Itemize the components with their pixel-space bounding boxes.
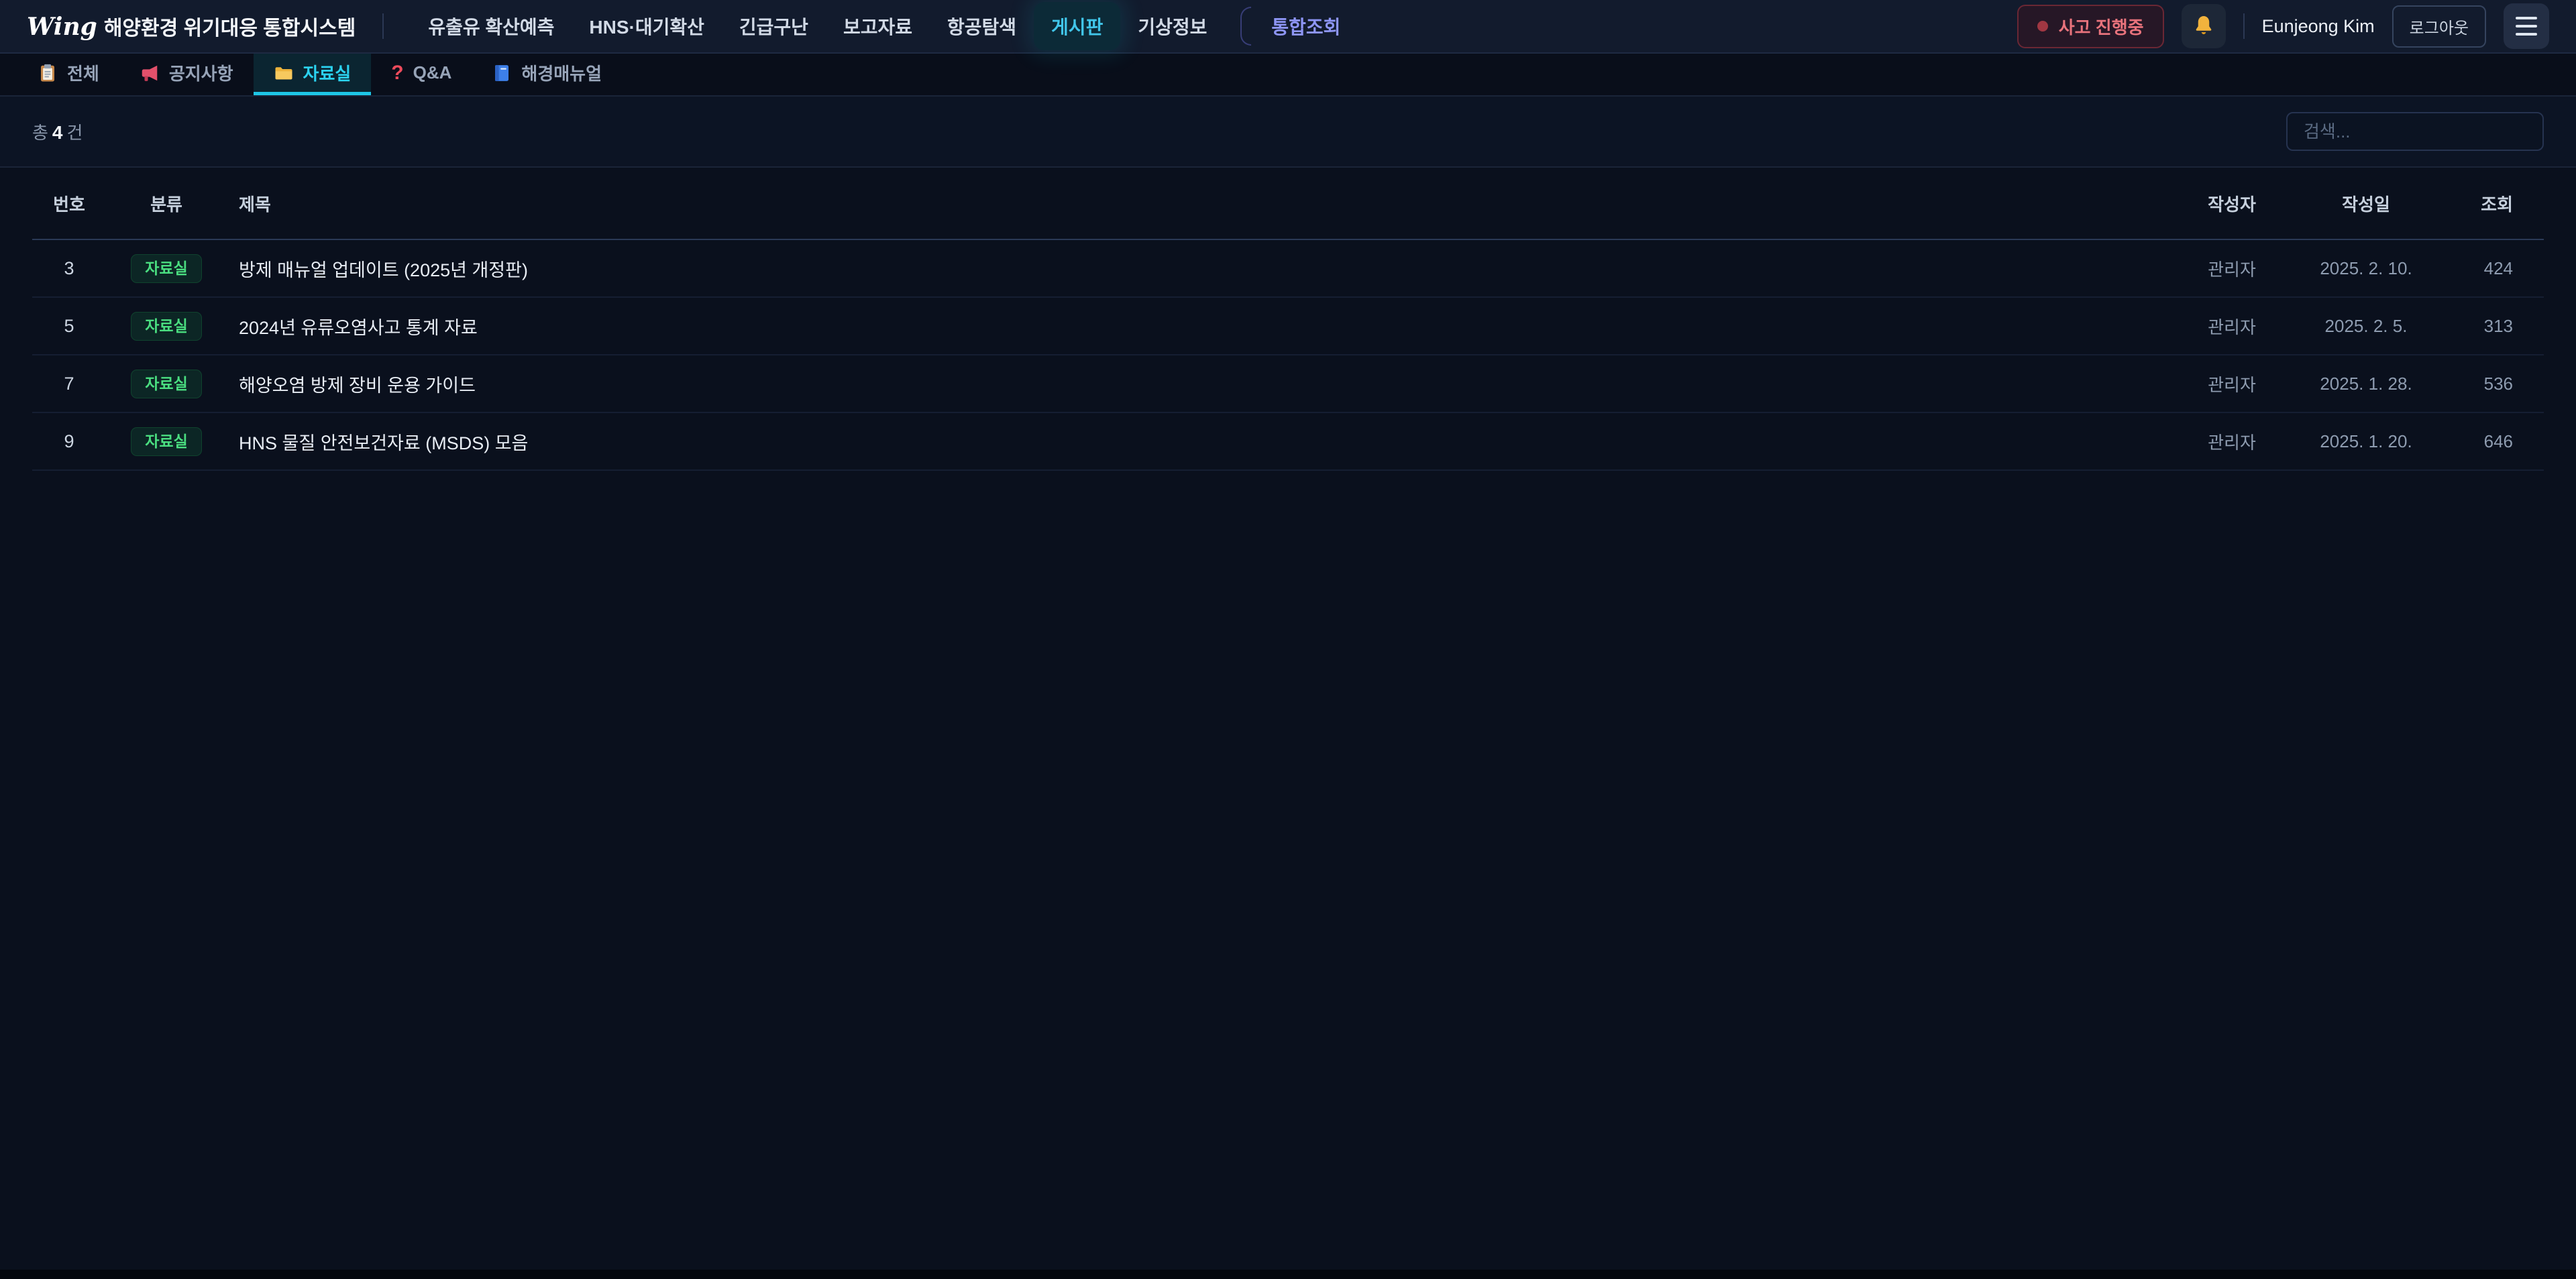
total-count-value: 4 xyxy=(52,122,63,143)
post-title[interactable]: HNS 물질 안전보건자료 (MSDS) 모음 xyxy=(227,429,2175,455)
tab-label: Q&A xyxy=(413,62,452,83)
row-no: 3 xyxy=(32,258,106,279)
post-title[interactable]: 방제 매뉴얼 업데이트 (2025년 개정판) xyxy=(227,256,2175,282)
tab-label: 전체 xyxy=(67,60,99,85)
hamburger-menu-button[interactable] xyxy=(2504,3,2549,49)
bell-icon xyxy=(2192,14,2216,38)
post-author: 관리자 xyxy=(2175,429,2289,454)
table-row[interactable]: 5 자료실 2024년 유류오염사고 통계 자료 관리자 2025. 2. 5.… xyxy=(32,298,2544,355)
user-name: Eunjeong Kim xyxy=(2262,16,2375,37)
nav-item-board[interactable]: 게시판 xyxy=(1034,2,1120,50)
post-author: 관리자 xyxy=(2175,314,2289,339)
post-date: 2025. 1. 28. xyxy=(2289,374,2443,394)
question-icon: ? xyxy=(391,63,403,83)
nav-item-reports[interactable]: 보고자료 xyxy=(826,2,930,50)
post-title[interactable]: 2024년 유류오염사고 통계 자료 xyxy=(227,313,2175,339)
post-views: 536 xyxy=(2443,374,2544,394)
post-views: 424 xyxy=(2443,258,2544,279)
list-header: 총4건 xyxy=(0,97,2576,168)
nav-item-integrated-search[interactable]: 통합조회 xyxy=(1254,2,1358,50)
tab-all[interactable]: 전체 xyxy=(17,54,119,95)
logo-brand: Wing xyxy=(27,13,97,41)
post-views: 646 xyxy=(2443,431,2544,452)
post-date: 2025. 1. 20. xyxy=(2289,431,2443,452)
table-header-row: 번호 분류 제목 작성자 작성일 조회 xyxy=(32,168,2544,240)
nav-item-weather[interactable]: 기상정보 xyxy=(1120,2,1224,50)
post-author: 관리자 xyxy=(2175,256,2289,281)
integrated-search-bracket xyxy=(1240,7,1251,46)
nav-item-emergency-rescue[interactable]: 긴급구난 xyxy=(722,2,826,50)
folder-icon xyxy=(274,63,294,83)
category-badge: 자료실 xyxy=(131,254,201,283)
col-header-no: 번호 xyxy=(32,191,106,216)
incident-status-label: 사고 진행중 xyxy=(2059,14,2144,39)
app-logo[interactable]: Wing 해양환경 위기대응 통합시스템 xyxy=(27,11,356,41)
col-header-author: 작성자 xyxy=(2175,191,2289,216)
incident-status-badge: 사고 진행중 xyxy=(2017,5,2164,48)
nav-item-spill-prediction[interactable]: 유출유 확산예측 xyxy=(411,2,572,50)
megaphone-icon xyxy=(140,63,160,83)
main-nav: 유출유 확산예측 HNS·대기확산 긴급구난 보고자료 항공탐색 게시판 기상정… xyxy=(411,2,1358,50)
col-header-title: 제목 xyxy=(227,191,2175,216)
category-badge: 자료실 xyxy=(131,370,201,398)
tab-label: 자료실 xyxy=(303,60,352,85)
category-badge: 자료실 xyxy=(131,312,201,341)
col-header-category: 분류 xyxy=(106,191,227,216)
top-navbar: Wing 해양환경 위기대응 통합시스템 유출유 확산예측 HNS·대기확산 긴… xyxy=(0,0,2576,54)
row-no: 7 xyxy=(32,374,106,394)
tab-label: 공지사항 xyxy=(169,60,233,85)
tab-kcg-manual[interactable]: 해경매뉴얼 xyxy=(472,54,622,95)
category-badge: 자료실 xyxy=(131,427,201,456)
logout-button[interactable]: 로그아웃 xyxy=(2392,5,2486,48)
book-icon xyxy=(492,63,512,83)
notifications-button[interactable] xyxy=(2182,4,2226,48)
col-header-date: 작성일 xyxy=(2289,191,2443,216)
row-no: 9 xyxy=(32,431,106,452)
tab-resources[interactable]: 자료실 xyxy=(254,54,372,95)
row-no: 5 xyxy=(32,316,106,337)
tab-label: 해경매뉴얼 xyxy=(521,60,602,85)
post-date: 2025. 2. 10. xyxy=(2289,258,2443,279)
bottom-strip xyxy=(0,1270,2576,1279)
user-divider xyxy=(2243,13,2245,39)
tab-qna[interactable]: ? Q&A xyxy=(371,54,472,95)
board-table: 번호 분류 제목 작성자 작성일 조회 3 자료실 방제 매뉴얼 업데이트 (2… xyxy=(0,168,2576,471)
logo-divider xyxy=(382,13,384,39)
incident-dot-icon xyxy=(2037,21,2048,32)
clipboard-icon xyxy=(38,63,58,83)
page-title: 해양환경 위기대응 통합시스템 xyxy=(104,11,356,41)
total-count-text: 총4건 xyxy=(32,119,83,144)
hamburger-icon xyxy=(2516,17,2537,19)
post-title[interactable]: 해양오염 방제 장비 운용 가이드 xyxy=(227,371,2175,397)
col-header-views: 조회 xyxy=(2443,191,2544,216)
tab-notices[interactable]: 공지사항 xyxy=(119,54,254,95)
table-row[interactable]: 3 자료실 방제 매뉴얼 업데이트 (2025년 개정판) 관리자 2025. … xyxy=(32,240,2544,298)
nav-item-aerial-search[interactable]: 항공탐색 xyxy=(930,2,1034,50)
nav-item-hns-diffusion[interactable]: HNS·대기확산 xyxy=(572,2,721,50)
post-date: 2025. 2. 5. xyxy=(2289,316,2443,337)
table-row[interactable]: 7 자료실 해양오염 방제 장비 운용 가이드 관리자 2025. 1. 28.… xyxy=(32,355,2544,413)
post-views: 313 xyxy=(2443,316,2544,337)
post-author: 관리자 xyxy=(2175,372,2289,396)
table-row[interactable]: 9 자료실 HNS 물질 안전보건자료 (MSDS) 모음 관리자 2025. … xyxy=(32,413,2544,471)
board-tabbar: 전체 공지사항 자료실 ? Q&A 해경매 xyxy=(0,54,2576,97)
search-input[interactable] xyxy=(2286,112,2544,151)
